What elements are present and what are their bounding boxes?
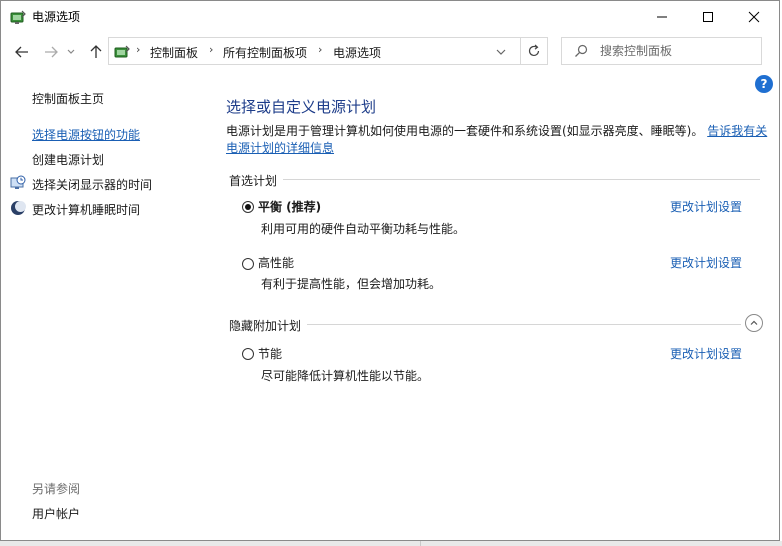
control-panel-home-link[interactable]: 控制面板主页 bbox=[32, 90, 104, 107]
forward-button[interactable] bbox=[39, 39, 63, 65]
chevron-right-icon: › bbox=[136, 43, 141, 56]
forward-arrow-icon bbox=[45, 46, 58, 58]
close-button[interactable] bbox=[731, 1, 777, 32]
refresh-button[interactable] bbox=[520, 37, 548, 65]
minimize-icon bbox=[657, 16, 667, 17]
user-accounts-link[interactable]: 用户帐户 bbox=[32, 505, 80, 522]
plan-power-saver-radio[interactable] bbox=[242, 348, 254, 360]
maximize-button[interactable] bbox=[685, 1, 731, 32]
breadcrumb-power-options[interactable]: 电源选项 bbox=[333, 44, 381, 61]
recent-locations-button[interactable] bbox=[62, 39, 80, 65]
plan-balanced-radio[interactable] bbox=[242, 201, 254, 213]
chevron-up-icon bbox=[750, 320, 758, 325]
search-icon bbox=[575, 44, 588, 57]
clock-monitor-icon bbox=[10, 175, 26, 191]
power-options-icon bbox=[113, 43, 131, 61]
see-also-title: 另请参阅 bbox=[32, 482, 81, 496]
moon-icon bbox=[10, 200, 26, 216]
collapse-hidden-plans-button[interactable] bbox=[745, 314, 763, 332]
chevron-down-icon bbox=[496, 49, 506, 55]
back-button[interactable] bbox=[10, 39, 34, 65]
help-icon[interactable]: ? bbox=[755, 75, 773, 93]
chevron-right-icon: › bbox=[318, 43, 323, 56]
recent-dropdown-icon bbox=[67, 49, 75, 54]
minimize-button[interactable] bbox=[639, 1, 685, 32]
close-icon bbox=[748, 11, 760, 22]
address-dropdown-button[interactable] bbox=[493, 44, 509, 60]
breadcrumb-all-items[interactable]: 所有控制面板项 bbox=[223, 44, 307, 61]
plan-high-performance-name[interactable]: 高性能 bbox=[258, 254, 294, 271]
page-title: 选择或自定义电源计划 bbox=[226, 98, 377, 116]
plan-power-saver-change-settings-link[interactable]: 更改计划设置 bbox=[670, 345, 742, 362]
sleep-time-link[interactable]: 更改计算机睡眠时间 bbox=[32, 201, 140, 218]
chevron-right-icon: › bbox=[209, 43, 214, 56]
preferred-plans-divider bbox=[283, 179, 760, 180]
plan-high-performance-change-settings-link[interactable]: 更改计划设置 bbox=[670, 254, 742, 271]
plan-high-performance-description: 有利于提高性能，但会增加功耗。 bbox=[261, 277, 442, 291]
plan-power-saver-description: 尽可能降低计算机性能以节能。 bbox=[261, 369, 430, 383]
back-arrow-icon bbox=[15, 46, 28, 58]
taskbar-edge bbox=[0, 541, 782, 546]
up-button[interactable] bbox=[84, 39, 108, 65]
power-options-icon bbox=[9, 8, 27, 26]
choose-power-button-link[interactable]: 选择电源按钮的功能 bbox=[32, 126, 140, 143]
power-options-window: 电源选项 › 控制面板 › 所有控制面板项 › 电源选项 搜索控制面板 ? 控制… bbox=[0, 0, 780, 541]
refresh-icon bbox=[528, 44, 540, 57]
display-off-time-link[interactable]: 选择关闭显示器的时间 bbox=[32, 176, 152, 193]
up-arrow-icon bbox=[90, 45, 102, 58]
window-title: 电源选项 bbox=[32, 10, 81, 24]
plan-balanced-change-settings-link[interactable]: 更改计划设置 bbox=[670, 198, 742, 215]
maximize-icon bbox=[703, 11, 713, 22]
plan-balanced-description: 利用可用的硬件自动平衡功耗与性能。 bbox=[261, 222, 466, 236]
plan-balanced-name[interactable]: 平衡 (推荐) bbox=[258, 198, 321, 215]
hidden-plans-divider bbox=[307, 324, 741, 325]
taskbar-separator bbox=[420, 541, 421, 546]
hidden-plans-header: 隐藏附加计划 bbox=[229, 319, 302, 333]
preferred-plans-header: 首选计划 bbox=[229, 174, 278, 188]
title-bar: 电源选项 bbox=[1, 1, 781, 32]
address-bar[interactable]: › 控制面板 › 所有控制面板项 › 电源选项 bbox=[108, 37, 548, 65]
plan-high-performance-radio[interactable] bbox=[242, 258, 254, 270]
search-input[interactable] bbox=[600, 42, 750, 60]
breadcrumb-control-panel[interactable]: 控制面板 bbox=[150, 44, 198, 61]
intro-text: 电源计划是用于管理计算机如何使用电源的一套硬件和系统设置(如显示器亮度、睡眠等)… bbox=[226, 124, 704, 138]
intro-paragraph: 电源计划是用于管理计算机如何使用电源的一套硬件和系统设置(如显示器亮度、睡眠等)… bbox=[226, 123, 771, 157]
search-box[interactable] bbox=[561, 37, 762, 65]
create-power-plan-link[interactable]: 创建电源计划 bbox=[32, 151, 104, 168]
plan-power-saver-name[interactable]: 节能 bbox=[258, 345, 282, 362]
